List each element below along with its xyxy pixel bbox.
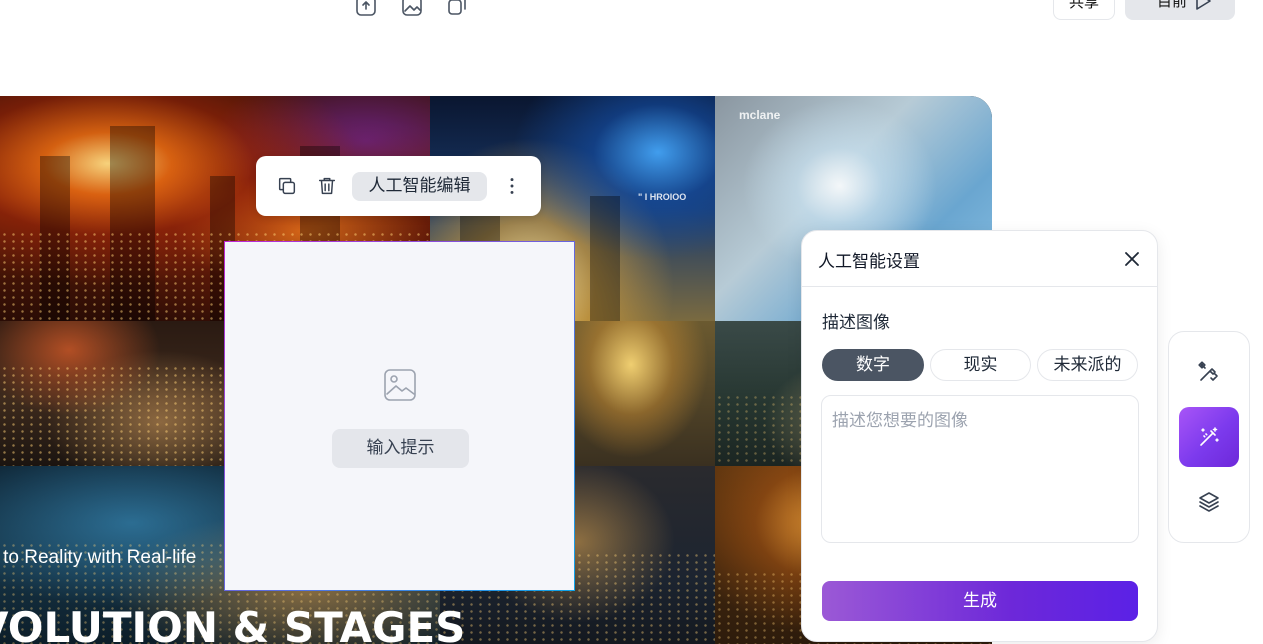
- top-toolbar: 共享 目前: [0, 0, 1263, 30]
- magic-wand-icon: [1200, 427, 1219, 446]
- layers-icon: [1199, 492, 1219, 512]
- element-toolbar: 人工智能编辑: [256, 156, 541, 216]
- duplicate-icon[interactable]: [445, 0, 469, 18]
- ai-settings-panel: 人工智能设置 描述图像 数字 现实 未来派的 生成: [801, 230, 1158, 642]
- style-tab-realistic[interactable]: 现实: [930, 349, 1031, 381]
- prompt-input[interactable]: [821, 395, 1139, 543]
- present-button-label: 目前: [1157, 0, 1188, 10]
- image-icon[interactable]: [400, 0, 424, 18]
- share-button[interactable]: 共享: [1053, 0, 1115, 20]
- generate-button[interactable]: 生成: [822, 581, 1138, 621]
- tile-caption-2: " I HROIOO: [638, 192, 687, 202]
- style-tab-futuristic[interactable]: 未来派的: [1037, 349, 1138, 381]
- trash-icon[interactable]: [316, 175, 338, 197]
- more-vertical-icon[interactable]: [501, 175, 523, 197]
- ai-edit-button[interactable]: 人工智能编辑: [352, 172, 487, 201]
- layers-button[interactable]: [1179, 472, 1239, 532]
- image-placeholder[interactable]: 输入提示: [224, 241, 575, 591]
- export-icon[interactable]: [354, 0, 378, 18]
- ai-panel-header: 人工智能设置: [802, 231, 1157, 287]
- style-tab-digital[interactable]: 数字: [822, 349, 924, 381]
- slide-subtitle[interactable]: ot to Reality with Real-life: [0, 547, 196, 569]
- enter-prompt-button[interactable]: 输入提示: [332, 429, 469, 468]
- copy-icon[interactable]: [276, 175, 298, 197]
- tile-caption-1: mclane: [739, 108, 781, 122]
- describe-image-label: 描述图像: [822, 313, 890, 333]
- right-tool-rail: [1168, 331, 1250, 543]
- ai-panel-title: 人工智能设置: [818, 252, 920, 272]
- collage-image-4: [0, 321, 230, 466]
- collage-image-5: [575, 321, 715, 466]
- close-icon[interactable]: [1122, 249, 1142, 269]
- slide-title[interactable]: VOLUTION & STAGES: [0, 603, 465, 644]
- present-button[interactable]: 目前: [1125, 0, 1235, 20]
- play-icon: [1196, 0, 1211, 10]
- tools-icon: [1198, 361, 1218, 381]
- tools-button[interactable]: [1179, 342, 1239, 402]
- image-icon: [382, 367, 418, 403]
- magic-wand-button[interactable]: [1179, 407, 1239, 467]
